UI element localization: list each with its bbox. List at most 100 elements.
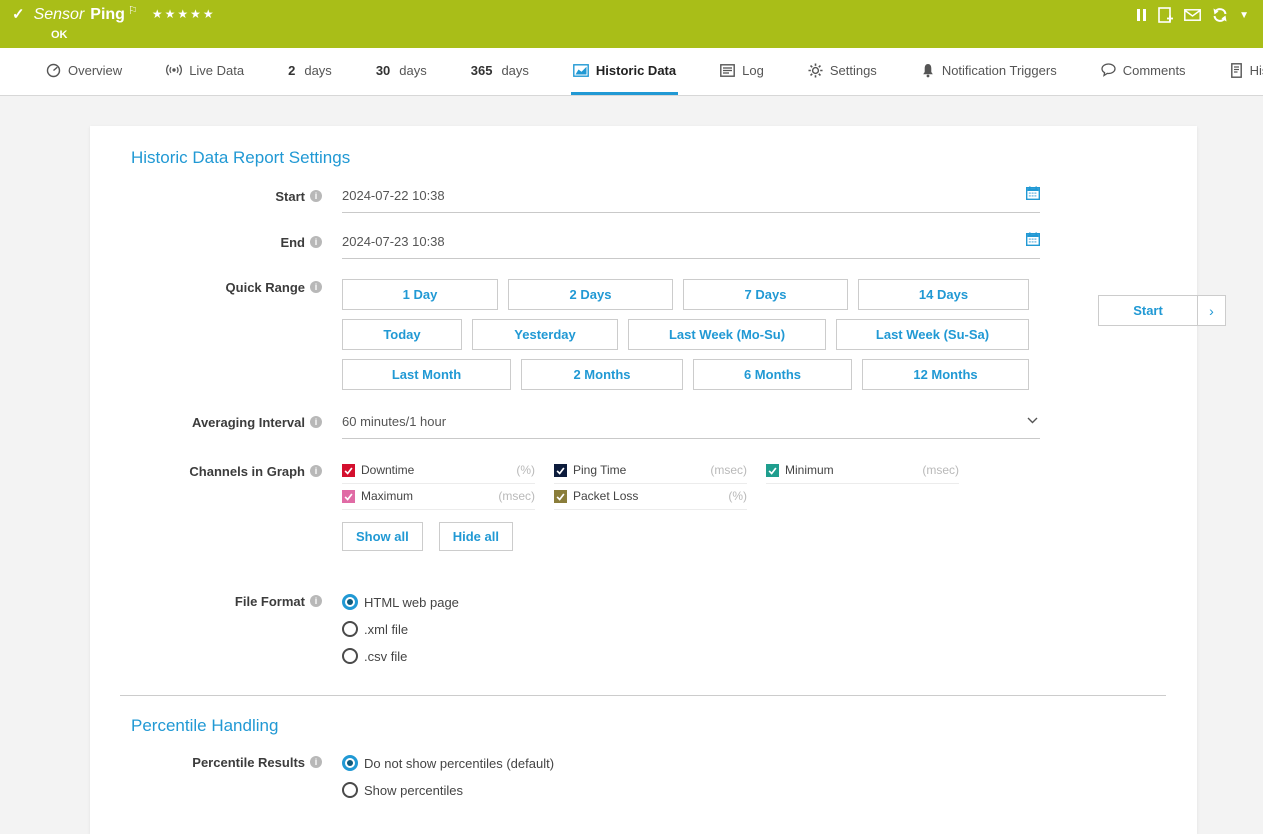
- tab-30-days[interactable]: 30 days: [374, 48, 429, 95]
- show-all-button[interactable]: Show all: [342, 522, 423, 551]
- tab-label: Log: [742, 63, 764, 78]
- channel-packet-loss[interactable]: Packet Loss (%): [554, 489, 747, 510]
- start-report-split-button[interactable]: Start ›: [1098, 295, 1226, 326]
- priority-stars[interactable]: ★★★★★: [152, 4, 216, 24]
- pause-icon[interactable]: [1135, 9, 1147, 21]
- checkbox-checked-icon[interactable]: [766, 464, 779, 477]
- sensor-name: Ping: [90, 5, 125, 25]
- channel-ping-time[interactable]: Ping Time (msec): [554, 463, 747, 484]
- radio-icon[interactable]: [342, 782, 358, 798]
- channel-unit: (%): [728, 489, 747, 503]
- quick-range-14-days[interactable]: 14 Days: [858, 279, 1029, 310]
- comment-icon: [1101, 63, 1116, 77]
- radio-label: Do not show percentiles (default): [364, 756, 554, 771]
- averaging-interval-select[interactable]: 60 minutes/1 hour: [342, 414, 1040, 439]
- calendar-icon[interactable]: [1026, 232, 1040, 246]
- quick-range-last-week-mo-su[interactable]: Last Week (Mo-Su): [628, 319, 826, 350]
- quick-range-last-month[interactable]: Last Month: [342, 359, 511, 390]
- checkbox-checked-icon[interactable]: [554, 464, 567, 477]
- channels-row: Channels in Graph Downtime (%) Ping Time…: [90, 463, 1197, 551]
- info-icon[interactable]: [310, 236, 322, 248]
- add-report-icon[interactable]: [1158, 7, 1173, 23]
- radio-icon[interactable]: [342, 648, 358, 664]
- quick-range-1-day[interactable]: 1 Day: [342, 279, 498, 310]
- file-format-option-csv[interactable]: .csv file: [342, 647, 1040, 665]
- quick-range-today[interactable]: Today: [342, 319, 462, 350]
- file-format-option-xml[interactable]: .xml file: [342, 620, 1040, 638]
- channel-label: Downtime: [361, 463, 414, 477]
- refresh-icon[interactable]: [1212, 7, 1228, 23]
- bell-icon: [921, 63, 935, 78]
- tab-log[interactable]: Log: [718, 48, 766, 95]
- averaging-interval-value: 60 minutes/1 hour: [342, 414, 446, 429]
- tab-label: Comments: [1123, 63, 1186, 78]
- start-date-input[interactable]: 2024-07-22 10:38: [342, 188, 1040, 213]
- start-row: Start 2024-07-22 10:38: [90, 188, 1197, 213]
- channel-downtime[interactable]: Downtime (%): [342, 463, 535, 484]
- quick-range-label: Quick Range: [226, 280, 305, 295]
- chevron-right-icon[interactable]: ›: [1198, 296, 1225, 325]
- tab-history[interactable]: History: [1228, 48, 1263, 95]
- quick-range-12-months[interactable]: 12 Months: [862, 359, 1029, 390]
- radio-selected-icon[interactable]: [342, 594, 358, 610]
- channel-unit: (msec): [498, 489, 535, 503]
- radio-icon[interactable]: [342, 621, 358, 637]
- percentile-results-label: Percentile Results: [192, 755, 305, 770]
- end-date-input[interactable]: 2024-07-23 10:38: [342, 234, 1040, 259]
- tab-2-days[interactable]: 2 days: [286, 48, 334, 95]
- gear-icon: [808, 63, 823, 78]
- start-label: Start: [275, 189, 305, 204]
- quick-range-7-days[interactable]: 7 Days: [683, 279, 848, 310]
- radio-label: HTML web page: [364, 595, 459, 610]
- end-label: End: [280, 235, 305, 250]
- caret-down-icon[interactable]: ▼: [1239, 10, 1249, 21]
- channel-label: Packet Loss: [573, 489, 638, 503]
- quick-range-yesterday[interactable]: Yesterday: [472, 319, 618, 350]
- status-badge: OK: [51, 29, 216, 41]
- tab-comments[interactable]: Comments: [1099, 48, 1188, 95]
- info-icon[interactable]: [310, 416, 322, 428]
- flag-icon[interactable]: ⚐: [128, 1, 138, 21]
- checkbox-checked-icon[interactable]: [554, 490, 567, 503]
- channel-maximum[interactable]: Maximum (msec): [342, 489, 535, 510]
- info-icon[interactable]: [310, 190, 322, 202]
- info-icon[interactable]: [310, 756, 322, 768]
- quick-range-2-days[interactable]: 2 Days: [508, 279, 673, 310]
- tab-label: Historic Data: [596, 63, 676, 78]
- checkbox-checked-icon[interactable]: [342, 464, 355, 477]
- channel-label: Minimum: [785, 463, 834, 477]
- channel-minimum[interactable]: Minimum (msec): [766, 463, 959, 484]
- tab-overview[interactable]: Overview: [44, 48, 124, 95]
- start-report-button[interactable]: Start: [1099, 296, 1198, 325]
- tab-historic-data[interactable]: Historic Data: [571, 48, 678, 95]
- tab-bar: Overview Live Data 2 days 30 days 365 da…: [0, 48, 1263, 96]
- tab-notification-triggers[interactable]: Notification Triggers: [919, 48, 1059, 95]
- calendar-icon[interactable]: [1026, 186, 1040, 200]
- chevron-down-icon[interactable]: [1027, 417, 1038, 424]
- area-chart-icon: [573, 63, 589, 78]
- email-icon[interactable]: [1184, 9, 1201, 21]
- quick-range-2-months[interactable]: 2 Months: [521, 359, 683, 390]
- tab-number: 2: [288, 63, 295, 78]
- radio-selected-icon[interactable]: [342, 755, 358, 771]
- quick-range-6-months[interactable]: 6 Months: [693, 359, 852, 390]
- status-check-icon: ✓: [12, 5, 25, 25]
- checkbox-checked-icon[interactable]: [342, 490, 355, 503]
- section-title-historic-data: Historic Data Report Settings: [131, 148, 1197, 168]
- tab-settings[interactable]: Settings: [806, 48, 879, 95]
- tab-365-days[interactable]: 365 days: [469, 48, 531, 95]
- info-icon[interactable]: [310, 281, 322, 293]
- percentile-option-none[interactable]: Do not show percentiles (default): [342, 754, 1040, 772]
- info-icon[interactable]: [310, 595, 322, 607]
- tab-label: Settings: [830, 63, 877, 78]
- hide-all-button[interactable]: Hide all: [439, 522, 513, 551]
- section-title-percentile: Percentile Handling: [131, 716, 1197, 736]
- tab-live-data[interactable]: Live Data: [164, 48, 246, 95]
- quick-range-last-week-su-sa[interactable]: Last Week (Su-Sa): [836, 319, 1029, 350]
- percentile-option-show[interactable]: Show percentiles: [342, 781, 1040, 799]
- tab-label: Notification Triggers: [942, 63, 1057, 78]
- channel-label: Ping Time: [573, 463, 626, 477]
- info-icon[interactable]: [310, 465, 322, 477]
- tab-number: 30: [376, 63, 390, 78]
- file-format-option-html[interactable]: HTML web page: [342, 593, 1040, 611]
